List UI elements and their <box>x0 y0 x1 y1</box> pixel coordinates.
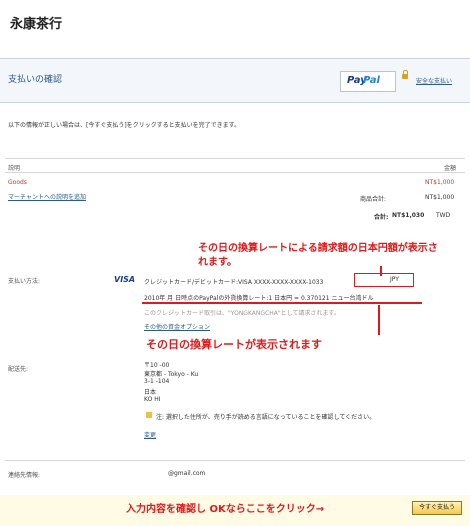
shipping-label: 配送先: <box>8 366 29 373</box>
pay-now-button[interactable]: 今すぐ支払う <box>412 501 462 515</box>
jpy-highlight-box <box>354 273 414 287</box>
shipping-note: 注: 選択した住所が、売り手が読める言語になっていることを確認してください。 <box>156 414 376 421</box>
shipping-line2: 3-1 -104 <box>144 378 170 385</box>
note-icon <box>146 412 152 418</box>
item-name: Goods <box>8 179 27 186</box>
change-address-link[interactable]: 変更 <box>144 430 156 439</box>
subtotal-value: NT$1,000 <box>425 194 455 201</box>
exchange-rate: 2010年 月 日時点のPayPalの外貨換算レート:1 日本円 = 0.370… <box>144 295 374 302</box>
shipping-postal: 〒10 -00 <box>144 362 170 369</box>
col-amount: 金額 <box>444 165 457 172</box>
lock-icon <box>402 70 408 79</box>
shipping-name: KO HI <box>144 396 161 403</box>
jpy-amount: JPY <box>390 276 399 283</box>
annotation-middle: その日の換算レートが表示されます <box>146 338 322 351</box>
visa-icon: VISA <box>114 275 136 284</box>
page-header-bar <box>0 58 470 103</box>
arrow-icon <box>378 305 380 335</box>
page-title: 支払いの確認 <box>8 75 63 85</box>
paypal-logo-pal: Pal <box>363 75 380 86</box>
charge-note: このクレジットカード取引は、"YONGKANGCHA"として請求されます。 <box>144 310 340 317</box>
shipping-line1: 東京都 - Tokyo - Ku <box>144 371 199 378</box>
contact-email: @gmail.com <box>168 470 206 477</box>
divider <box>5 172 465 173</box>
divider <box>5 158 465 159</box>
item-amount: NT$1,000 <box>425 179 455 186</box>
total-value: NT$1,030 <box>392 212 425 219</box>
contact-label: 連絡先情報: <box>8 472 41 479</box>
store-name: 永康茶行 <box>10 17 63 32</box>
divider <box>5 460 465 461</box>
total-currency: TWD <box>436 212 451 219</box>
paypal-logo: Pay Pal <box>340 71 396 92</box>
shipping-country: 日本 <box>144 389 157 396</box>
annotation-bottom: 入力内容を確認し OKならここをクリック→ <box>126 504 325 515</box>
add-merchant-note-link[interactable]: マーチャントへの説明を追加 <box>8 192 86 201</box>
card-line: クレジットカード/デビットカード:VISA XXXX-XXXX-XXXX-103… <box>144 279 324 286</box>
subtotal-label: 商品合計: <box>360 196 387 203</box>
annotation-top: その日の換算レートによる請求額の日本円額が表示されます。 <box>198 243 438 268</box>
other-funding-link[interactable]: その他の資金オプション <box>144 322 210 331</box>
payment-method-label: 支払い方法: <box>8 278 41 285</box>
rate-underline <box>142 302 422 304</box>
col-description: 説明 <box>8 165 21 172</box>
secure-payment-link[interactable]: 安全な支払い <box>416 76 452 85</box>
total-label: 合計: <box>374 214 389 221</box>
instruction-text: 以下の情報が正しい場合は、[今すぐ支払う]をクリックすると支払いを完了できます。 <box>8 122 241 129</box>
